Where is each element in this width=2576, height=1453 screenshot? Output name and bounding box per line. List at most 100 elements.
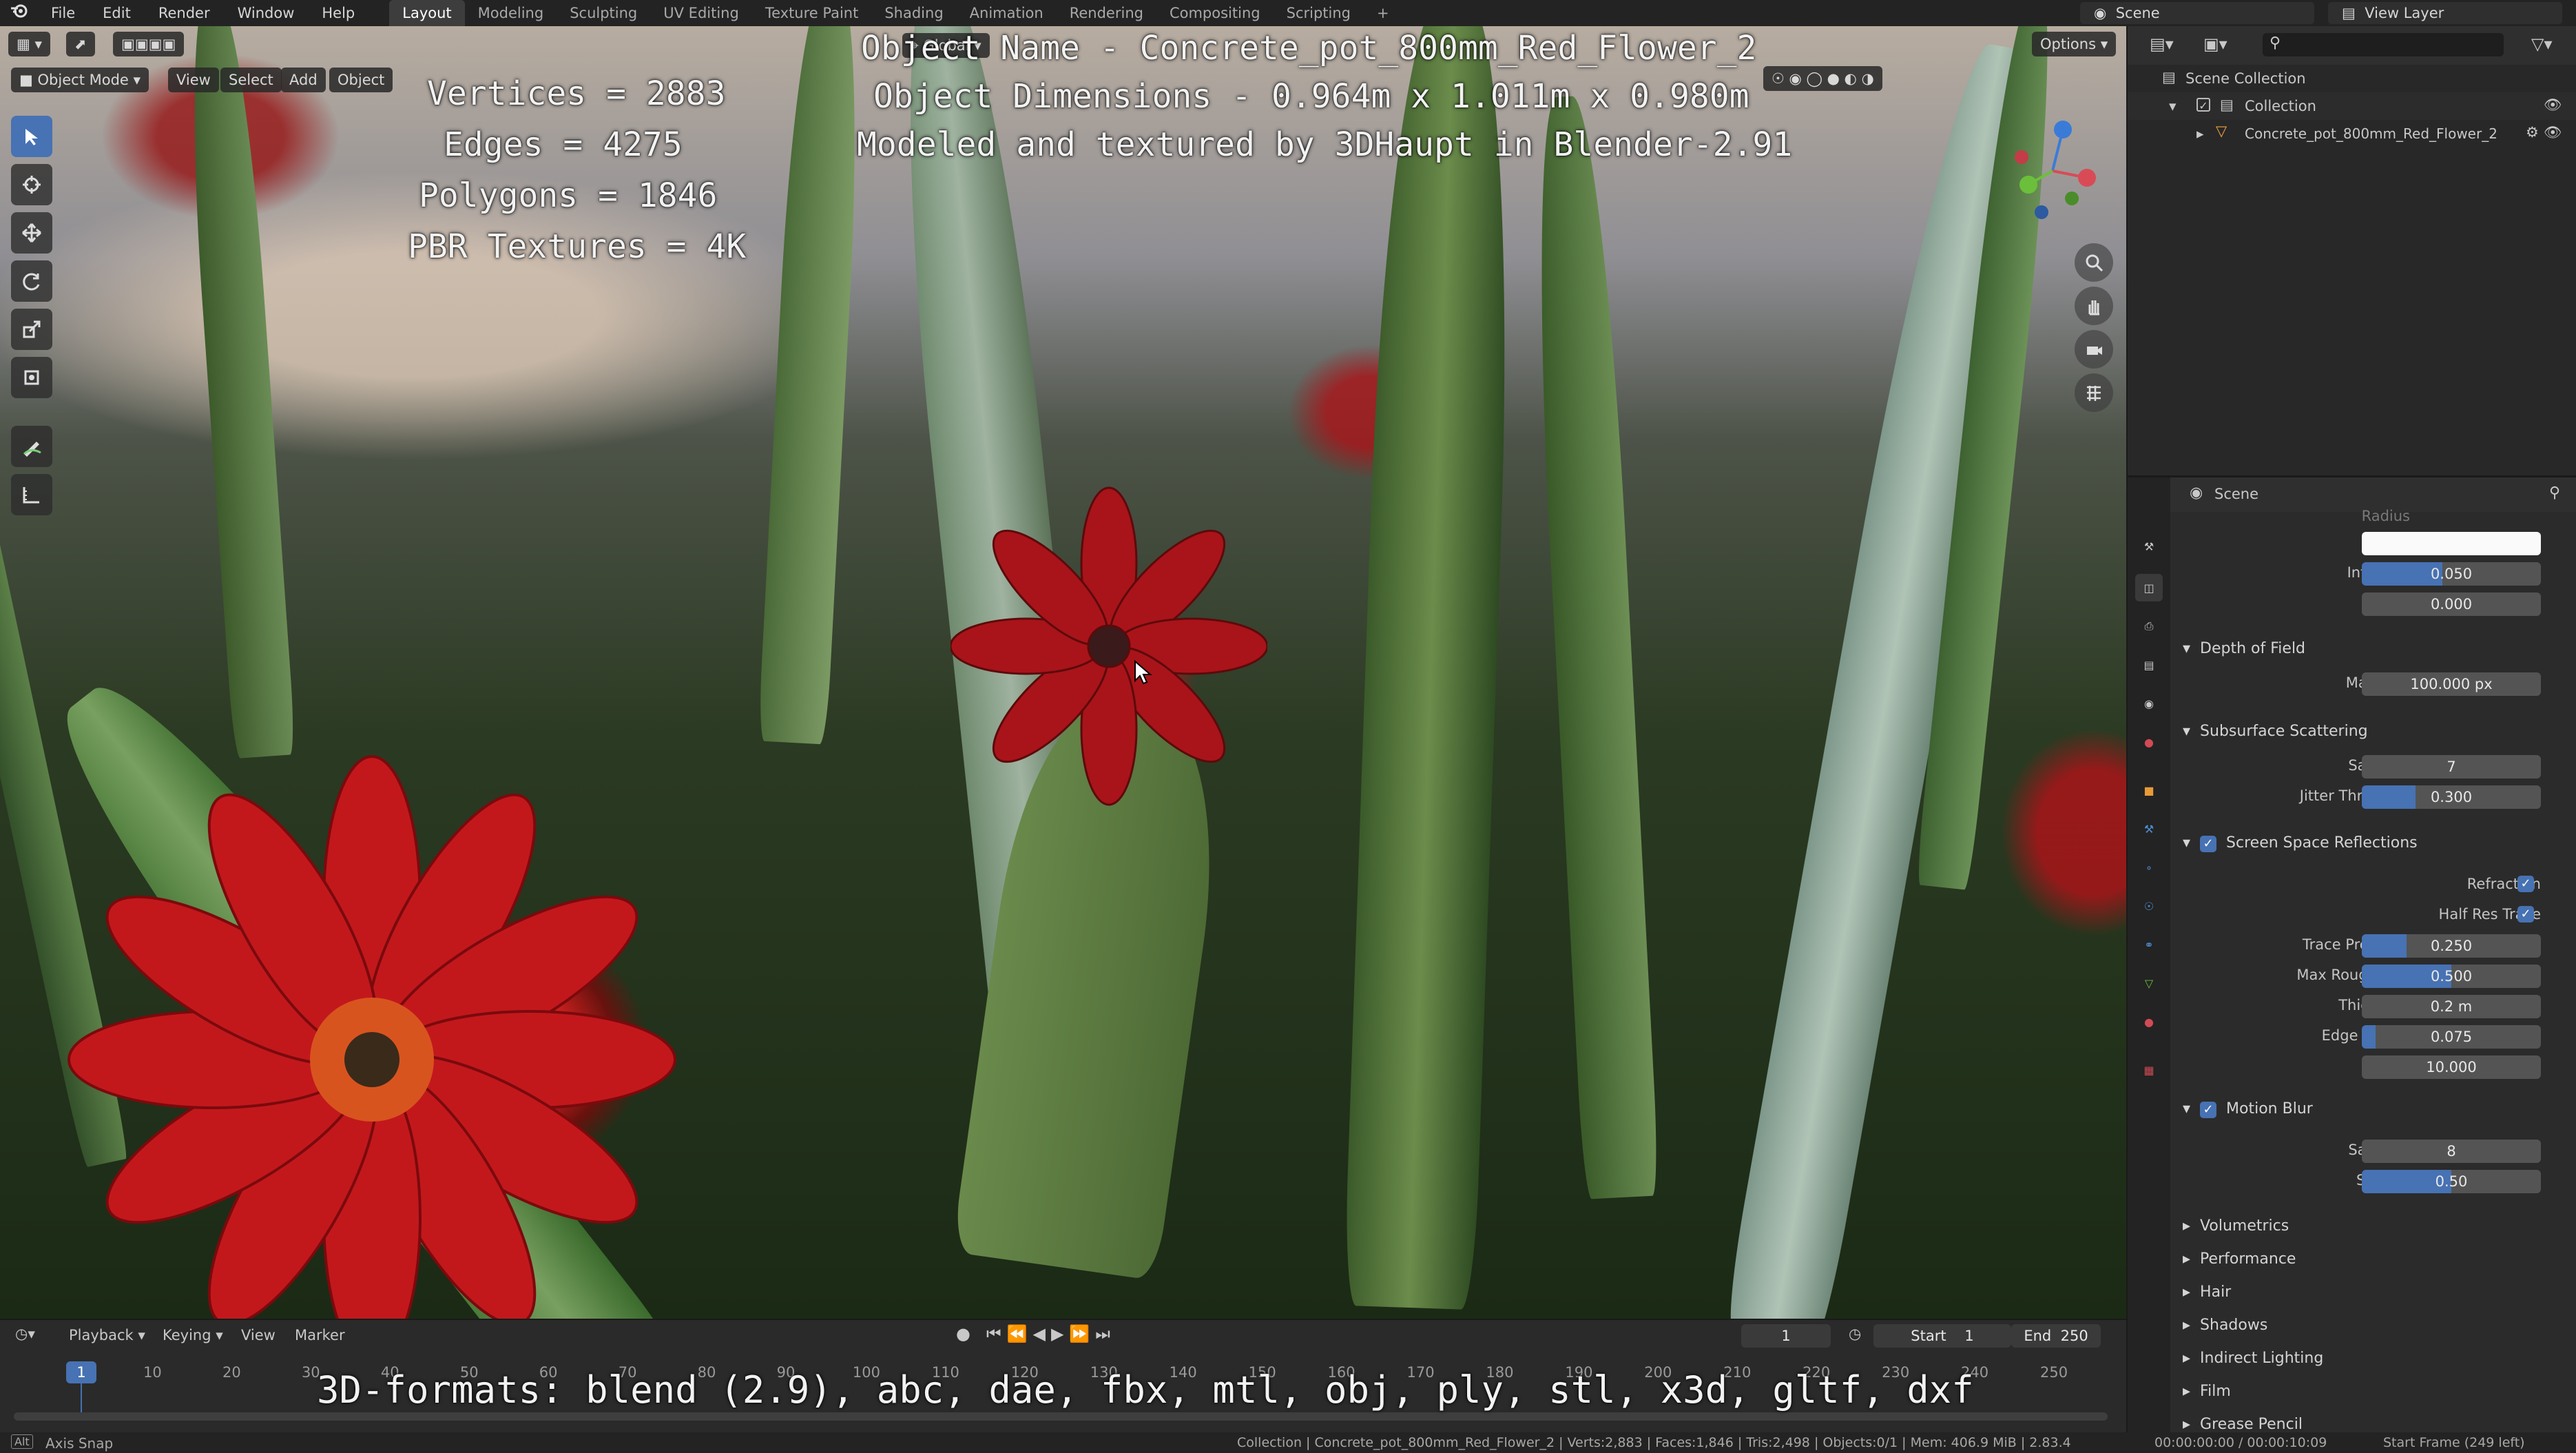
sss-jitter-field[interactable]: 0.300 xyxy=(2362,785,2541,809)
menu-file[interactable]: File xyxy=(37,0,89,26)
menu-edit[interactable]: Edit xyxy=(89,0,145,26)
collection-checkbox[interactable]: ✓ xyxy=(2196,98,2210,112)
ssr-enable-checkbox[interactable]: ✓ xyxy=(2200,836,2217,852)
data-tab-icon[interactable]: ▽ xyxy=(2135,969,2163,997)
bloom-intensity-field[interactable]: 0.050 xyxy=(2362,562,2541,586)
record-button-icon[interactable]: ● xyxy=(956,1324,970,1343)
refraction-checkbox[interactable]: ✓ xyxy=(2517,876,2534,892)
view-layer-tab-icon[interactable]: ▤ xyxy=(2135,651,2163,679)
outliner-row-scene-collection[interactable]: ▤ Scene Collection xyxy=(2128,65,2576,92)
options-dropdown[interactable]: Options ▾ xyxy=(2032,32,2117,56)
sss-samples-field[interactable]: 7 xyxy=(2362,755,2541,779)
navigation-gizmo[interactable] xyxy=(1997,109,2108,233)
timeline-menu-view[interactable]: View xyxy=(241,1327,276,1343)
menu-render[interactable]: Render xyxy=(145,0,224,26)
rotate-tool-icon[interactable] xyxy=(11,260,52,302)
scene-tab-icon[interactable]: ◉ xyxy=(2135,690,2163,717)
volumetrics-section-header[interactable]: ▸ Volumetrics xyxy=(2183,1217,2289,1235)
pin-icon[interactable]: ⚲ xyxy=(2549,484,2560,502)
tool-tab-icon[interactable]: ⚒ xyxy=(2135,533,2163,560)
timeline-editor-type-icon[interactable]: ◷▾ xyxy=(15,1326,35,1342)
viewport-menu-add[interactable]: Add xyxy=(281,68,326,92)
tab-texture-paint[interactable]: Texture Paint xyxy=(752,0,872,26)
render-tab-icon[interactable]: ◫ xyxy=(2135,574,2163,601)
edge-fading-field[interactable]: 0.075 xyxy=(2362,1025,2541,1049)
bloom-clamp-field[interactable]: 0.000 xyxy=(2362,592,2541,616)
tab-compositing[interactable]: Compositing xyxy=(1156,0,1274,26)
select-tool-icon[interactable] xyxy=(11,116,52,157)
view-layer-selector[interactable]: ▤ View Layer xyxy=(2328,2,2562,24)
menu-window[interactable]: Window xyxy=(224,0,309,26)
half-res-checkbox[interactable]: ✓ xyxy=(2517,906,2534,923)
outliner-editor-type-icon[interactable]: ▤▾ xyxy=(2150,34,2174,54)
end-frame-field[interactable]: End 250 xyxy=(2011,1324,2101,1348)
modifier-tab-icon[interactable]: ⚒ xyxy=(2135,815,2163,843)
selection-mode-icons[interactable]: ▣▣▣▣ xyxy=(113,32,185,56)
playhead[interactable]: 1 xyxy=(66,1361,96,1383)
hair-section-header[interactable]: ▸ Hair xyxy=(2183,1284,2231,1301)
bloom-color-swatch[interactable] xyxy=(2362,532,2541,555)
visibility-eye-icon[interactable]: 👁 xyxy=(2544,96,2562,114)
particles-tab-icon[interactable]: ∘ xyxy=(2135,854,2163,881)
transform-tool-icon[interactable] xyxy=(11,357,52,398)
sss-section-header[interactable]: ▾ Subsurface Scattering xyxy=(2183,723,2368,740)
outliner-row-collection[interactable]: ▾ ✓ ▤ Collection 👁 xyxy=(2128,92,2576,120)
measure-tool-icon[interactable] xyxy=(11,474,52,515)
editor-type-icon[interactable]: ▦ ▾ xyxy=(8,32,51,56)
dof-max-size-field[interactable]: 100.000 px xyxy=(2362,672,2541,696)
select-box-tool-icon[interactable]: ⬈ xyxy=(66,32,95,56)
outliner-search-input[interactable]: ⚲ xyxy=(2263,33,2504,56)
visibility-eye-icon[interactable]: 👁 xyxy=(2544,124,2562,141)
trace-precision-field[interactable]: 0.250 xyxy=(2362,934,2541,958)
zoom-icon[interactable] xyxy=(2075,243,2113,282)
tab-sculpting[interactable]: Sculpting xyxy=(557,0,650,26)
tab-animation[interactable]: Animation xyxy=(957,0,1057,26)
shadows-section-header[interactable]: ▸ Shadows xyxy=(2183,1317,2267,1334)
constraints-tab-icon[interactable]: ⚭ xyxy=(2135,931,2163,958)
scale-tool-icon[interactable] xyxy=(11,309,52,350)
start-frame-field[interactable]: Start 1 xyxy=(1873,1324,2011,1348)
display-mode-icon[interactable]: ▣▾ xyxy=(2203,34,2227,54)
add-workspace-icon[interactable]: + xyxy=(1364,0,1402,26)
performance-section-header[interactable]: ▸ Performance xyxy=(2183,1250,2296,1268)
tab-layout[interactable]: Layout xyxy=(389,0,465,26)
object-tab-icon[interactable]: ■ xyxy=(2135,776,2163,804)
motion-blur-section-header[interactable]: ▾ ✓ Motion Blur xyxy=(2183,1100,2313,1118)
timeline-menu-keying[interactable]: Keying ▾ xyxy=(163,1327,223,1343)
output-tab-icon[interactable]: ⎙ xyxy=(2135,612,2163,640)
annotate-tool-icon[interactable] xyxy=(11,426,52,467)
tab-modeling[interactable]: Modeling xyxy=(465,0,557,26)
current-frame-field[interactable]: 1 xyxy=(1741,1324,1831,1348)
physics-tab-icon[interactable]: ☉ xyxy=(2135,892,2163,920)
pan-hand-icon[interactable] xyxy=(2075,287,2113,325)
world-tab-icon[interactable]: ● xyxy=(2135,728,2163,756)
thickness-field[interactable]: 0.2 m xyxy=(2362,995,2541,1018)
tab-scripting[interactable]: Scripting xyxy=(1274,0,1364,26)
motion-blur-checkbox[interactable]: ✓ xyxy=(2200,1102,2217,1118)
viewport-menu-select[interactable]: Select xyxy=(220,68,282,92)
cursor-tool-icon[interactable] xyxy=(11,164,52,205)
menu-help[interactable]: Help xyxy=(308,0,368,26)
expand-arrow-icon[interactable]: ▸ xyxy=(2196,125,2204,142)
expand-arrow-icon[interactable]: ▾ xyxy=(2169,98,2177,114)
3d-viewport[interactable]: ▦ ▾ ⬈ ▣▣▣▣ ■ Object Mode ▾ View Select A… xyxy=(0,26,2126,1319)
mb-samples-field[interactable]: 8 xyxy=(2362,1140,2541,1163)
blender-logo-icon[interactable] xyxy=(0,0,37,26)
object-mode-dropdown[interactable]: ■ Object Mode ▾ xyxy=(11,68,149,92)
film-section-header[interactable]: ▸ Film xyxy=(2183,1383,2231,1400)
viewport-menu-view[interactable]: View xyxy=(168,68,219,92)
tab-uv-editing[interactable]: UV Editing xyxy=(650,0,752,26)
outliner-row-object[interactable]: ▸ ▽ Concrete_pot_800mm_Red_Flower_2 ⚙ 👁 xyxy=(2128,120,2576,147)
shutter-field[interactable]: 0.50 xyxy=(2362,1170,2541,1193)
texture-tab-icon[interactable]: ▦ xyxy=(2135,1056,2163,1084)
ortho-grid-icon[interactable] xyxy=(2075,373,2113,412)
camera-view-icon[interactable] xyxy=(2075,330,2113,369)
dof-section-header[interactable]: ▾ Depth of Field xyxy=(2183,640,2305,657)
ssr-section-header[interactable]: ▾ ✓ Screen Space Reflections xyxy=(2183,834,2418,852)
filter-icon[interactable]: ▽▾ xyxy=(2531,34,2553,54)
indirect-lighting-section-header[interactable]: ▸ Indirect Lighting xyxy=(2183,1350,2323,1367)
tab-shading[interactable]: Shading xyxy=(871,0,956,26)
scene-selector[interactable]: ◉ Scene xyxy=(2080,2,2314,24)
material-tab-icon[interactable]: ● xyxy=(2135,1008,2163,1035)
grease-pencil-section-header[interactable]: ▸ Grease Pencil xyxy=(2183,1416,2303,1433)
